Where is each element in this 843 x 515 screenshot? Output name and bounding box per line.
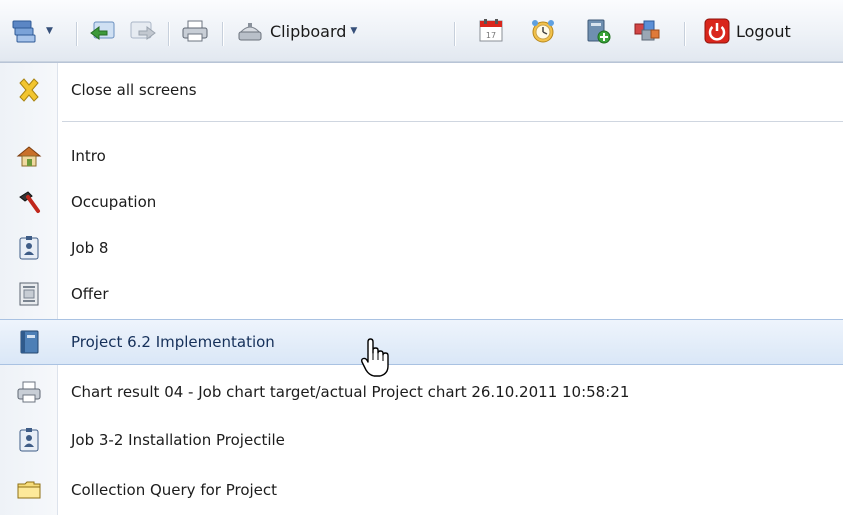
- chevron-down-icon: ▼: [350, 26, 358, 36]
- menu-item-label: Occupation: [71, 193, 157, 211]
- logout-label: Logout: [736, 21, 791, 41]
- menu-item-close-all-screens[interactable]: Close all screens: [0, 67, 843, 113]
- screens-dropdown-menu: Close all screens Intro Occupation Job 8…: [0, 62, 843, 515]
- forward-button[interactable]: [128, 0, 158, 62]
- forward-icon: [130, 21, 156, 40]
- menu-item-label: Intro: [71, 147, 106, 165]
- menu-item-label: Chart result 04 - Job chart target/actua…: [71, 383, 630, 401]
- clipboard-label: Clipboard: [270, 21, 347, 41]
- chevron-down-icon: ▼: [46, 26, 53, 36]
- menu-item-offer[interactable]: Offer: [0, 271, 843, 317]
- print-icon: [17, 381, 41, 403]
- menu-item-label: Collection Query for Project: [71, 481, 278, 499]
- screens-menu-icon: [12, 20, 36, 43]
- folder-icon: [17, 481, 41, 499]
- calendar-icon: 17: [479, 19, 503, 42]
- toolbar-separator: [76, 22, 77, 46]
- toolbar-separator: [454, 22, 455, 46]
- new-document-button[interactable]: [584, 0, 612, 62]
- calendar-button[interactable]: 17: [476, 0, 506, 62]
- hammer-icon: [19, 191, 40, 213]
- menu-item-label: Job 3-2 Installation Projectile: [71, 431, 285, 449]
- screens-menu-button[interactable]: ▼: [12, 0, 53, 62]
- alarm-clock-button[interactable]: [528, 0, 558, 62]
- alarm-clock-icon: [532, 20, 554, 43]
- close-x-icon: [19, 78, 39, 102]
- modules-button[interactable]: [632, 0, 662, 62]
- menu-item-collection-query-for-project[interactable]: Collection Query for Project: [0, 467, 843, 513]
- project-book-icon: [20, 330, 39, 354]
- modules-icon: [634, 20, 660, 41]
- menu-item-intro[interactable]: Intro: [0, 133, 843, 179]
- toolbar: ▼ Clipboard ▼ 17 Logout: [0, 0, 843, 62]
- print-icon: [182, 20, 208, 42]
- menu-item-job-3-2-installation-projectile[interactable]: Job 3-2 Installation Projectile: [0, 417, 843, 463]
- clipboard-icon: [238, 23, 262, 41]
- menu-item-occupation[interactable]: Occupation: [0, 179, 843, 225]
- job-badge-icon: [19, 428, 39, 452]
- clipboard-button[interactable]: Clipboard ▼: [236, 0, 357, 62]
- svg-text:17: 17: [486, 31, 496, 40]
- new-document-icon: [587, 19, 611, 44]
- menu-item-label: Project 6.2 Implementation: [71, 333, 275, 351]
- hand-cursor-icon: [361, 338, 389, 377]
- menu-item-label: Offer: [71, 285, 109, 303]
- menu-item-chart-result-04[interactable]: Chart result 04 - Job chart target/actua…: [0, 369, 843, 415]
- power-icon: [704, 18, 730, 44]
- back-icon: [90, 21, 115, 40]
- menu-item-job-8[interactable]: Job 8: [0, 225, 843, 271]
- home-icon: [16, 146, 42, 167]
- job-badge-icon: [19, 236, 39, 260]
- back-button[interactable]: [88, 0, 118, 62]
- print-button[interactable]: [180, 0, 210, 62]
- menu-item-label: Close all screens: [71, 81, 197, 99]
- offer-document-icon: [19, 282, 39, 306]
- toolbar-separator: [684, 22, 685, 46]
- toolbar-separator: [222, 22, 223, 46]
- logout-button[interactable]: Logout: [704, 0, 791, 62]
- menu-item-label: Job 8: [71, 239, 109, 257]
- toolbar-separator: [168, 22, 169, 46]
- menu-item-project-6-2-implementation[interactable]: Project 6.2 Implementation: [0, 319, 843, 365]
- menu-divider: [62, 121, 843, 122]
